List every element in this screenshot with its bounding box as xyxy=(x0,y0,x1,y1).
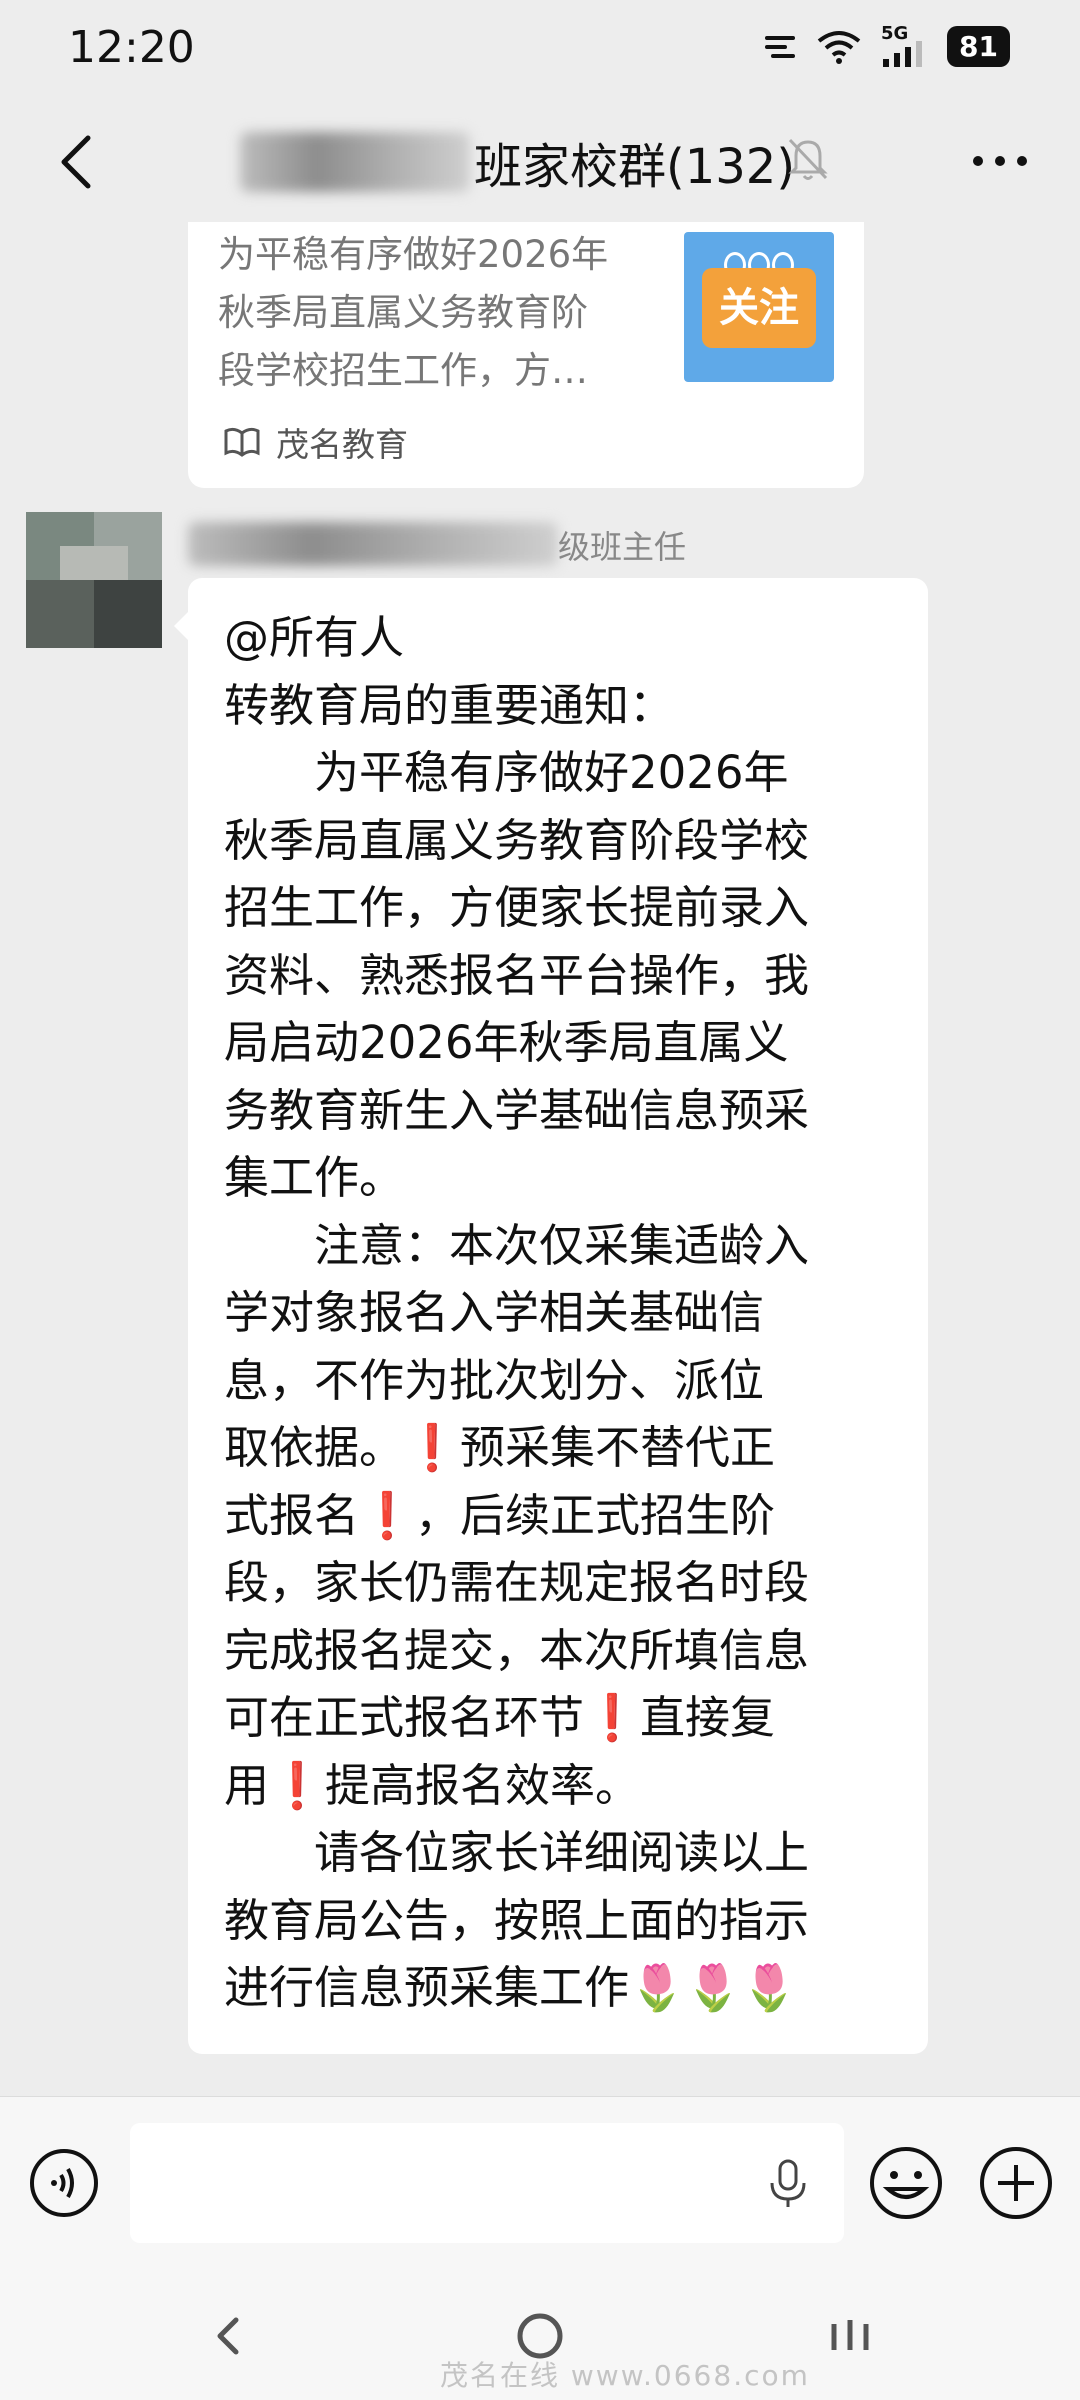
system-nav-bar: 茂名在线 www.0668.com xyxy=(0,2270,1080,2400)
message-line: 秋季局直属义务教育阶段学校 xyxy=(224,813,810,867)
voice-icon[interactable] xyxy=(28,2147,100,2219)
microphone-icon[interactable] xyxy=(758,2153,818,2213)
message-line: 资料、熟悉报名平台操作，我 xyxy=(224,948,810,1002)
plus-icon[interactable] xyxy=(976,2143,1056,2223)
exclamation-icon: ❗ xyxy=(584,1691,641,1744)
chat-header: 班家校群(132) xyxy=(0,100,1080,222)
chat-title: 班家校群(132) xyxy=(474,139,796,195)
article-line: 段学校招生工作，方… xyxy=(218,349,588,392)
article-line: 秋季局直属义务教育阶 xyxy=(218,291,588,334)
message-line: 用❗提高报名效率。 xyxy=(224,1758,641,1812)
article-source: 茂名教育 xyxy=(222,418,408,466)
bell-off-icon xyxy=(788,138,828,180)
wifi-icon xyxy=(817,30,861,64)
message-line: 完成报名提交，本次所填信息 xyxy=(224,1623,810,1677)
chevron-left-icon[interactable] xyxy=(40,122,120,202)
message-line: 务教育新生入学基础信息预采 xyxy=(224,1083,810,1137)
message-line: 段，家长仍需在规定报名时段 xyxy=(224,1556,810,1609)
article-line: 为平稳有序做好2026年 xyxy=(218,233,609,276)
emoji-icon[interactable] xyxy=(866,2143,946,2223)
data-transfer-icon xyxy=(765,35,796,58)
message-line: @所有人 xyxy=(224,611,405,664)
exclamation-icon: ❗ xyxy=(359,1488,416,1542)
sender-name: 级班主任 xyxy=(558,528,687,566)
message-line: 注意：本次仅采集适龄入 xyxy=(224,1218,810,1272)
message-bubble[interactable]: @所有人 转教育局的重要通知： 为平稳有序做好2026年 秋季局直属义务教育阶段… xyxy=(174,578,928,2054)
article-card[interactable]: 为平稳有序做好2026年 秋季局直属义务教育阶 段学校招生工作，方… 关注 茂名… xyxy=(188,222,864,488)
thumbnail-label: 关注 xyxy=(702,268,816,348)
message-line: 请各位家长详细阅读以上 xyxy=(224,1826,810,1879)
book-open-icon xyxy=(224,427,260,457)
message-text: @所有人 转教育局的重要通知： 为平稳有序做好2026年 秋季局直属义务教育阶段… xyxy=(224,604,904,2022)
chat-title-wrap: 班家校群(132) xyxy=(240,120,795,204)
status-bar: 12:20 5G 81 xyxy=(0,0,1080,100)
message-line: 转教育局的重要通知： xyxy=(224,678,675,732)
message-line: 教育局公告，按照上面的指示 xyxy=(224,1893,810,1947)
more-dots-icon[interactable] xyxy=(960,126,1040,196)
message-line: 息，不作为批次划分、派位 xyxy=(224,1353,765,1407)
article-thumbnail: 关注 xyxy=(684,232,834,382)
message-line: 进行信息预采集工作🌷🌷🌷 xyxy=(224,1961,798,2014)
blurred-sender-name xyxy=(188,522,558,566)
message-line: 招生工作，方便家长提前录入 xyxy=(224,881,810,934)
avatar[interactable] xyxy=(26,512,162,648)
message-line: 可在正式报名环节❗直接复 xyxy=(224,1691,776,1744)
message-line: 为平稳有序做好2026年 xyxy=(224,746,789,799)
blurred-group-name xyxy=(240,132,470,192)
source-name: 茂名教育 xyxy=(276,425,408,464)
exclamation-icon: ❗ xyxy=(404,1421,461,1474)
article-summary: 为平稳有序做好2026年 秋季局直属义务教育阶 段学校招生工作，方… xyxy=(218,226,638,400)
message-line: 局启动2026年秋季局直属义 xyxy=(224,1016,789,1069)
message-input[interactable] xyxy=(130,2123,844,2243)
input-bar xyxy=(0,2096,1080,2271)
status-time: 12:20 xyxy=(68,22,195,73)
exclamation-icon: ❗ xyxy=(269,1758,326,1812)
message-line: 学对象报名入学相关基础信 xyxy=(224,1286,765,1339)
message-line: 式报名❗，后续正式招生阶 xyxy=(224,1488,776,1542)
message-line: 取依据。❗预采集不替代正 xyxy=(224,1421,776,1474)
watermark: 茂名在线 www.0668.com xyxy=(440,2359,810,2392)
nav-recent-icon[interactable] xyxy=(820,2306,880,2366)
message-line: 集工作。 xyxy=(224,1151,405,1204)
battery-icon: 81 xyxy=(947,26,1010,67)
signal-icon: 5G xyxy=(881,23,927,67)
status-icons: 5G 81 xyxy=(763,23,1010,67)
nav-back-icon[interactable] xyxy=(200,2306,260,2366)
